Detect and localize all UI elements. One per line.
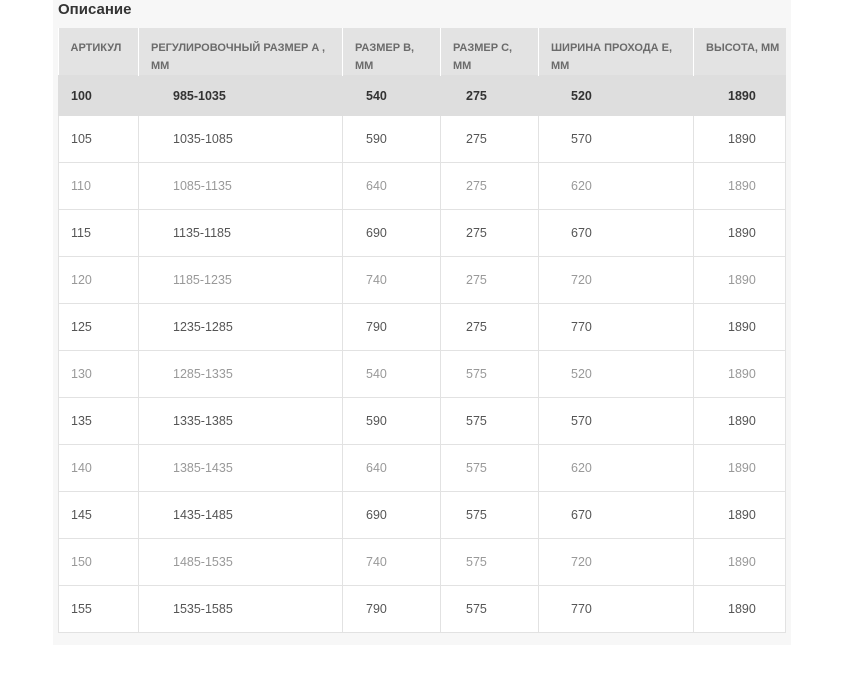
table-row: 140 1385-1435 640 575 620 1890	[58, 444, 786, 492]
size-c-cell: 575	[440, 350, 539, 398]
table-row: 110 1085-1135 640 275 620 1890	[58, 162, 786, 210]
article-cell: 100	[58, 75, 139, 116]
size-a-cell: 1535-1585	[138, 585, 343, 633]
size-c-cell: 575	[440, 585, 539, 633]
size-a-cell: 1185-1235	[138, 256, 343, 304]
width-e-cell: 670	[538, 209, 694, 257]
table-row: 145 1435-1485 690 575 670 1890	[58, 491, 786, 539]
width-e-cell: 770	[538, 303, 694, 351]
size-a-cell: 1385-1435	[138, 444, 343, 492]
table-row: 125 1235-1285 790 275 770 1890	[58, 303, 786, 351]
width-e-cell: 570	[538, 397, 694, 445]
width-e-cell: 520	[538, 350, 694, 398]
table-row: 120 1185-1235 740 275 720 1890	[58, 256, 786, 304]
article-cell: 105	[58, 115, 139, 163]
height-cell: 1890	[693, 444, 786, 492]
size-a-cell: 1485-1535	[138, 538, 343, 586]
size-c-cell: 275	[440, 115, 539, 163]
header-adjust-size-a: РЕГУЛИРОВОЧНЫЙ РАЗМЕР A , ММ	[138, 28, 343, 76]
width-e-cell: 570	[538, 115, 694, 163]
size-b-cell: 640	[342, 444, 441, 492]
size-b-cell: 590	[342, 115, 441, 163]
size-c-cell: 275	[440, 209, 539, 257]
article-cell: 115	[58, 209, 139, 257]
height-cell: 1890	[693, 538, 786, 586]
article-cell: 150	[58, 538, 139, 586]
size-a-cell: 1285-1335	[138, 350, 343, 398]
spec-table: АРТИКУЛ РЕГУЛИРОВОЧНЫЙ РАЗМЕР A , ММ РАЗ…	[58, 28, 786, 633]
width-e-cell: 620	[538, 162, 694, 210]
height-cell: 1890	[693, 256, 786, 304]
size-a-cell: 1085-1135	[138, 162, 343, 210]
article-cell: 130	[58, 350, 139, 398]
height-cell: 1890	[693, 397, 786, 445]
article-cell: 155	[58, 585, 139, 633]
table-row: 130 1285-1335 540 575 520 1890	[58, 350, 786, 398]
size-b-cell: 590	[342, 397, 441, 445]
size-b-cell: 740	[342, 256, 441, 304]
article-cell: 145	[58, 491, 139, 539]
height-cell: 1890	[693, 585, 786, 633]
size-b-cell: 540	[342, 75, 441, 116]
width-e-cell: 520	[538, 75, 694, 116]
size-c-cell: 575	[440, 444, 539, 492]
size-a-cell: 1335-1385	[138, 397, 343, 445]
size-a-cell: 1235-1285	[138, 303, 343, 351]
height-cell: 1890	[693, 162, 786, 210]
size-b-cell: 790	[342, 585, 441, 633]
size-a-cell: 1435-1485	[138, 491, 343, 539]
size-b-cell: 790	[342, 303, 441, 351]
table-row: 155 1535-1585 790 575 770 1890	[58, 585, 786, 633]
section-title: Описание	[58, 1, 132, 18]
size-b-cell: 740	[342, 538, 441, 586]
width-e-cell: 770	[538, 585, 694, 633]
width-e-cell: 720	[538, 256, 694, 304]
size-c-cell: 275	[440, 256, 539, 304]
header-size-c: РАЗМЕР C, ММ	[440, 28, 539, 76]
table-row: 100 985-1035 540 275 520 1890	[58, 75, 786, 116]
size-a-cell: 985-1035	[138, 75, 343, 116]
height-cell: 1890	[693, 75, 786, 116]
size-b-cell: 640	[342, 162, 441, 210]
table-header-row: АРТИКУЛ РЕГУЛИРОВОЧНЫЙ РАЗМЕР A , ММ РАЗ…	[58, 28, 786, 76]
size-c-cell: 275	[440, 303, 539, 351]
width-e-cell: 620	[538, 444, 694, 492]
table-row: 150 1485-1535 740 575 720 1890	[58, 538, 786, 586]
size-b-cell: 690	[342, 209, 441, 257]
height-cell: 1890	[693, 350, 786, 398]
size-b-cell: 690	[342, 491, 441, 539]
width-e-cell: 720	[538, 538, 694, 586]
height-cell: 1890	[693, 491, 786, 539]
header-height: ВЫСОТА, ММ	[693, 28, 786, 76]
size-b-cell: 540	[342, 350, 441, 398]
height-cell: 1890	[693, 209, 786, 257]
header-size-b: РАЗМЕР B, ММ	[342, 28, 441, 76]
article-cell: 110	[58, 162, 139, 210]
article-cell: 125	[58, 303, 139, 351]
size-a-cell: 1135-1185	[138, 209, 343, 257]
size-c-cell: 575	[440, 397, 539, 445]
table-row: 105 1035-1085 590 275 570 1890	[58, 115, 786, 163]
table-row: 115 1135-1185 690 275 670 1890	[58, 209, 786, 257]
table-row: 135 1335-1385 590 575 570 1890	[58, 397, 786, 445]
size-c-cell: 575	[440, 538, 539, 586]
article-cell: 120	[58, 256, 139, 304]
article-cell: 135	[58, 397, 139, 445]
header-article: АРТИКУЛ	[58, 28, 139, 76]
header-passage-width-e: ШИРИНА ПРОХОДА E, ММ	[538, 28, 694, 76]
width-e-cell: 670	[538, 491, 694, 539]
size-a-cell: 1035-1085	[138, 115, 343, 163]
height-cell: 1890	[693, 115, 786, 163]
size-c-cell: 275	[440, 75, 539, 116]
article-cell: 140	[58, 444, 139, 492]
size-c-cell: 575	[440, 491, 539, 539]
size-c-cell: 275	[440, 162, 539, 210]
height-cell: 1890	[693, 303, 786, 351]
